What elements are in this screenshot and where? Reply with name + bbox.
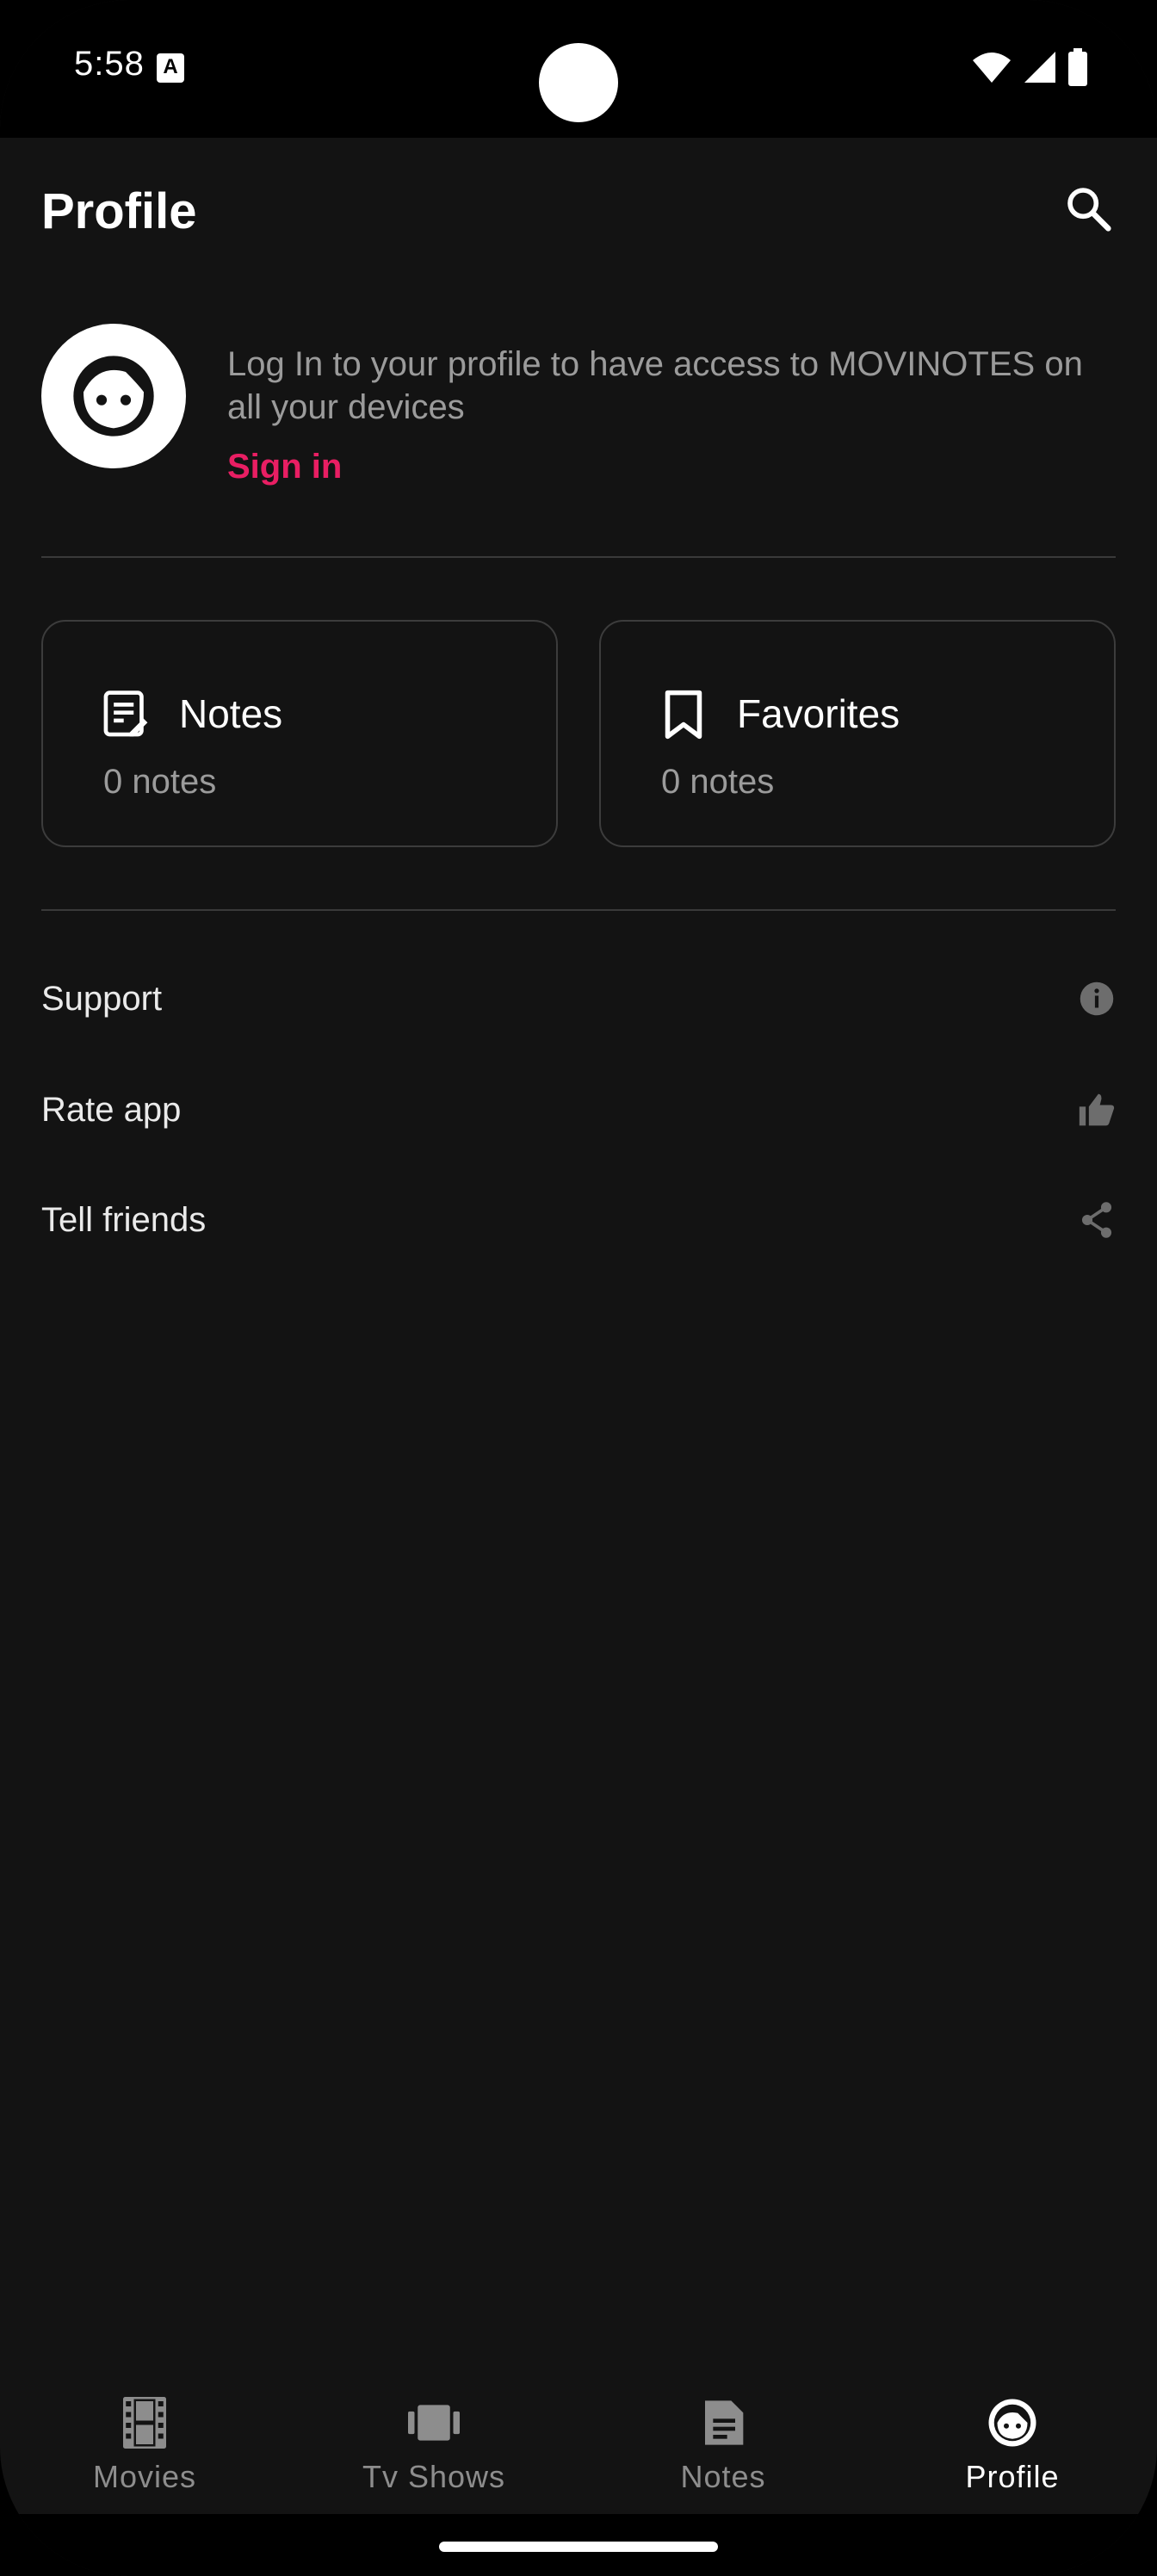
bottom-navigation: Movies Tv Shows Notes Profile <box>0 2376 1157 2514</box>
notes-card-count: 0 notes <box>103 763 217 801</box>
note-icon <box>103 690 148 737</box>
info-icon <box>1078 980 1116 1018</box>
notes-card-title: Notes <box>179 691 283 736</box>
document-icon <box>697 2397 749 2449</box>
favorites-card-count: 0 notes <box>661 763 775 801</box>
menu-item-tell-friends[interactable]: Tell friends <box>41 1168 1116 1272</box>
nav-label: Movies <box>92 2459 197 2494</box>
carousel-icon <box>408 2397 460 2449</box>
camera-cutout <box>539 43 618 122</box>
favorites-card-title: Favorites <box>737 691 900 736</box>
status-time: 5:58 <box>74 45 145 83</box>
bookmark-icon <box>665 690 702 740</box>
status-icons <box>971 48 1088 86</box>
search-icon <box>1067 188 1111 232</box>
menu-item-label: Rate app <box>41 1090 182 1129</box>
status-bar: 5:58 A <box>0 0 1157 138</box>
film-icon <box>119 2397 170 2449</box>
divider <box>41 909 1116 911</box>
page-title: Profile <box>41 183 197 239</box>
nav-item-profile[interactable]: Profile <box>868 2376 1157 2514</box>
share-icon <box>1078 1201 1116 1239</box>
sign-in-link[interactable]: Sign in <box>227 448 342 486</box>
nav-label: Profile <box>965 2459 1060 2494</box>
face-icon <box>73 356 154 437</box>
nav-label: Tv Shows <box>362 2459 506 2494</box>
notification-letter: A <box>163 55 178 78</box>
nav-item-movies[interactable]: Movies <box>0 2376 289 2514</box>
menu-item-support[interactable]: Support <box>41 947 1116 1050</box>
divider <box>41 556 1116 558</box>
app-bar: Profile <box>0 138 1157 284</box>
favorites-card[interactable]: Favorites 0 notes <box>599 620 1116 847</box>
login-prompt-text: Log In to your profile to have access to… <box>227 345 1083 426</box>
menu-item-rate-app[interactable]: Rate app <box>41 1058 1116 1161</box>
nav-item-tv-shows[interactable]: Tv Shows <box>289 2376 578 2514</box>
menu-item-label: Tell friends <box>41 1200 207 1239</box>
thumbs-up-icon <box>1078 1091 1116 1129</box>
search-button[interactable] <box>1054 174 1123 243</box>
nav-label: Notes <box>680 2459 766 2494</box>
wifi-icon <box>973 53 1011 83</box>
notes-card[interactable]: Notes 0 notes <box>41 620 558 847</box>
avatar[interactable] <box>41 324 186 468</box>
notification-a-icon: A <box>157 53 184 83</box>
signal-icon <box>1024 52 1055 83</box>
nav-item-notes[interactable]: Notes <box>578 2376 868 2514</box>
menu-item-label: Support <box>41 979 163 1018</box>
battery-icon <box>1068 48 1087 86</box>
home-indicator[interactable] <box>439 2542 718 2552</box>
face-icon <box>987 2397 1038 2449</box>
phone-screen: 5:58 A Profile Log In to your profile to… <box>0 0 1157 2576</box>
